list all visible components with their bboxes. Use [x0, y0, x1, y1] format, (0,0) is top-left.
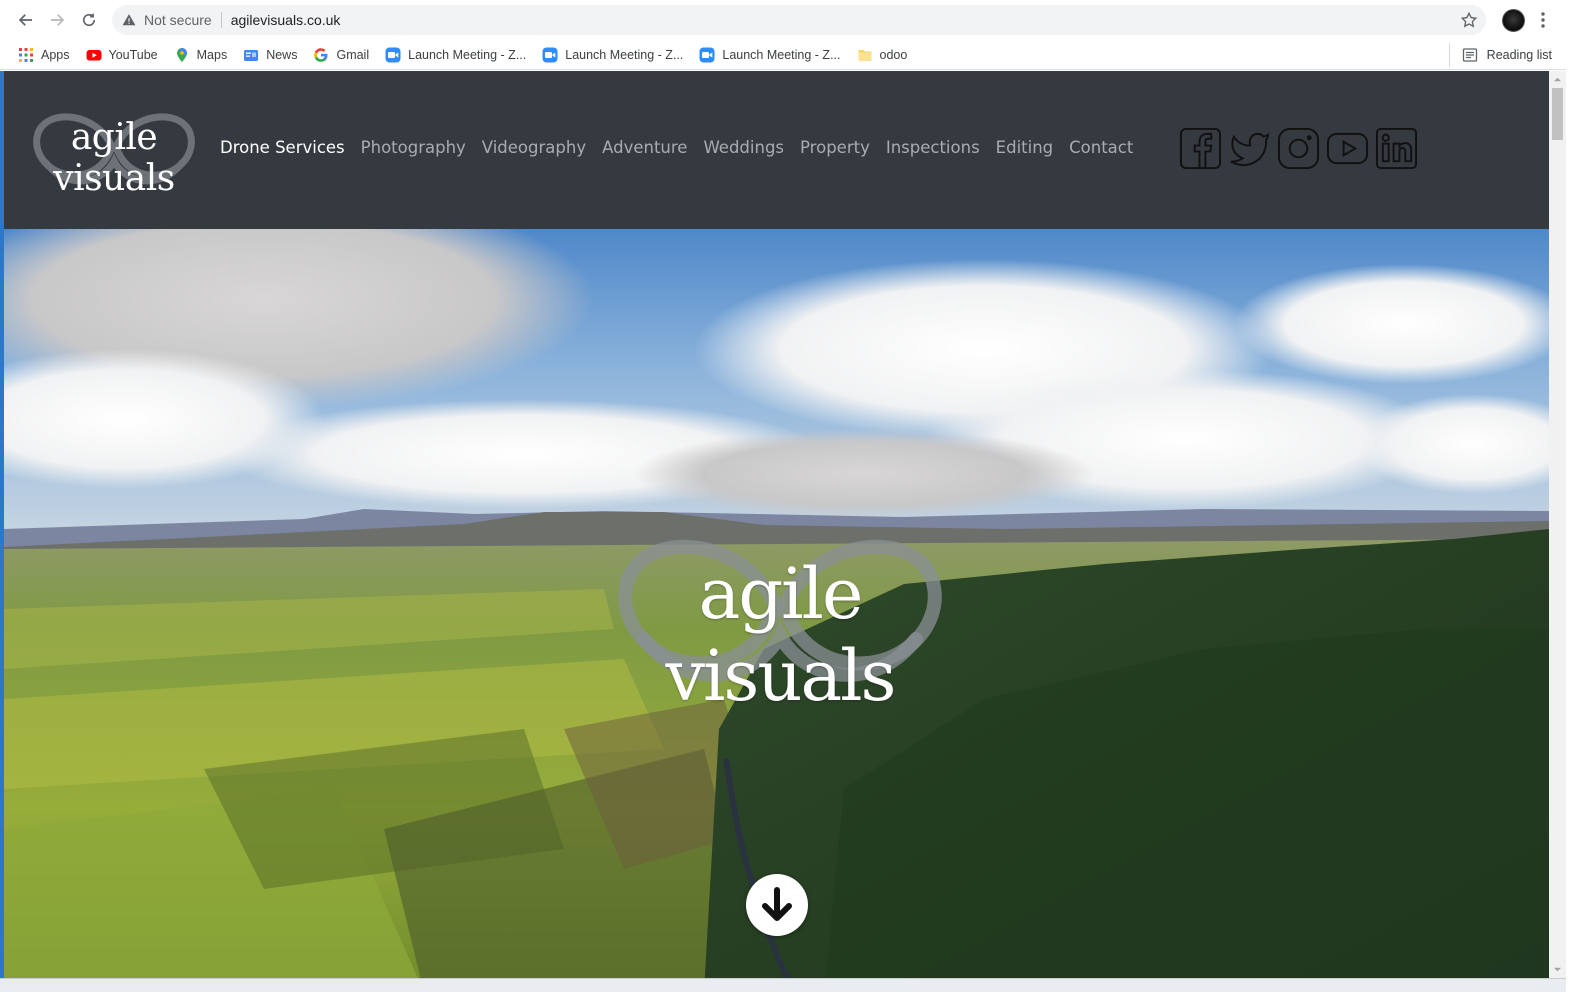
bookmark-label: Launch Meeting - Z...: [722, 47, 841, 62]
site-logo[interactable]: agile visuals: [28, 103, 200, 199]
nav-contact[interactable]: Contact: [1069, 138, 1133, 157]
scrollbar-thumb[interactable]: [1552, 88, 1563, 140]
google-g-icon: [313, 47, 329, 63]
instagram-link[interactable]: [1277, 127, 1320, 170]
logo-wordmark: agile visuals: [53, 117, 175, 199]
window-edge: [0, 71, 4, 978]
news-icon: [243, 47, 259, 63]
scroll-up-icon[interactable]: [1553, 75, 1562, 84]
site-header: agile visuals Drone Services Photography…: [4, 71, 1549, 229]
bookmark-label: Apps: [41, 47, 70, 62]
profile-avatar[interactable]: [1502, 9, 1525, 32]
zoom-icon: [542, 47, 558, 63]
nav-adventure[interactable]: Adventure: [602, 138, 687, 157]
scroll-down-icon[interactable]: [1553, 965, 1562, 974]
nav-inspections[interactable]: Inspections: [886, 138, 980, 157]
arrow-down-icon: [762, 887, 792, 921]
hero-wordmark: agile visuals: [665, 553, 897, 717]
nav-property[interactable]: Property: [800, 138, 870, 157]
bookmark-launch-meeting-1[interactable]: Launch Meeting - Z...: [377, 43, 534, 67]
arrow-right-icon: [51, 14, 65, 26]
bookmark-label: News: [266, 47, 298, 62]
nav-photography[interactable]: Photography: [361, 138, 466, 157]
twitter-icon: [1230, 132, 1270, 166]
youtube-icon: [1326, 132, 1369, 165]
reading-list-icon: [1462, 48, 1477, 62]
youtube-icon: [86, 47, 102, 63]
warning-triangle-icon: [122, 14, 136, 26]
facebook-link[interactable]: [1179, 127, 1222, 170]
zoom-icon: [699, 47, 715, 63]
reload-button[interactable]: [73, 4, 105, 36]
bookmark-label: odoo: [879, 47, 908, 62]
hero-logo: agile visuals: [608, 519, 952, 717]
apps-grid-icon: [18, 47, 34, 63]
bookmark-launch-meeting-3[interactable]: Launch Meeting - Z...: [691, 43, 848, 67]
reload-icon: [82, 13, 96, 27]
security-label[interactable]: Not secure: [144, 12, 212, 28]
instagram-icon: [1277, 127, 1320, 170]
address-bar[interactable]: Not secure agilevisuals.co.uk: [112, 5, 1486, 35]
bookmark-label: Launch Meeting - Z...: [565, 47, 684, 62]
maps-pin-icon: [174, 47, 190, 63]
reading-list-label: Reading list: [1486, 48, 1552, 62]
window-bottom-edge: [0, 978, 1566, 992]
nav-drone-services[interactable]: Drone Services: [220, 138, 345, 157]
page-scrollbar[interactable]: [1549, 71, 1566, 978]
bookmark-news[interactable]: News: [235, 43, 305, 67]
youtube-link[interactable]: [1326, 127, 1369, 170]
bookmark-youtube[interactable]: YouTube: [78, 43, 166, 67]
bookmark-label: Gmail: [336, 47, 370, 62]
url-text[interactable]: agilevisuals.co.uk: [231, 12, 341, 28]
scroll-down-button[interactable]: [746, 874, 808, 936]
bookmark-gmail[interactable]: Gmail: [305, 43, 377, 67]
hero-banner: agile visuals: [4, 229, 1549, 992]
bookmark-star-icon[interactable]: [1460, 11, 1478, 29]
bookmark-maps[interactable]: Maps: [166, 43, 236, 67]
more-menu-icon[interactable]: [1536, 10, 1550, 30]
linkedin-link[interactable]: [1375, 127, 1418, 170]
reading-list-button[interactable]: Reading list: [1448, 43, 1552, 67]
browser-toolbar: Not secure agilevisuals.co.uk: [0, 0, 1589, 40]
bookmarks-bar: Apps YouTube Maps News Gmail Launch Meet…: [0, 40, 1589, 70]
bookmark-apps[interactable]: Apps: [10, 43, 78, 67]
window-margin: [1566, 0, 1589, 992]
main-navigation: Drone Services Photography Videography A…: [220, 138, 1149, 157]
bookmark-label: YouTube: [108, 47, 158, 62]
linkedin-icon: [1375, 127, 1418, 170]
arrow-left-icon: [18, 14, 32, 26]
bookmark-launch-meeting-2[interactable]: Launch Meeting - Z...: [534, 43, 691, 67]
bookmark-odoo[interactable]: odoo: [849, 43, 916, 67]
twitter-link[interactable]: [1228, 127, 1271, 170]
back-button[interactable]: [10, 4, 42, 36]
forward-button[interactable]: [41, 4, 73, 36]
page-viewport: agile visuals Drone Services Photography…: [4, 71, 1549, 992]
facebook-icon: [1179, 127, 1222, 170]
folder-icon: [857, 47, 873, 63]
bookmark-label: Maps: [196, 47, 228, 62]
nav-videography[interactable]: Videography: [482, 138, 586, 157]
nav-weddings[interactable]: Weddings: [703, 138, 784, 157]
nav-editing[interactable]: Editing: [996, 138, 1053, 157]
zoom-icon: [385, 47, 401, 63]
bookmark-label: Launch Meeting - Z...: [408, 47, 527, 62]
omnibox-divider: [220, 12, 222, 28]
social-links: [1179, 127, 1424, 170]
